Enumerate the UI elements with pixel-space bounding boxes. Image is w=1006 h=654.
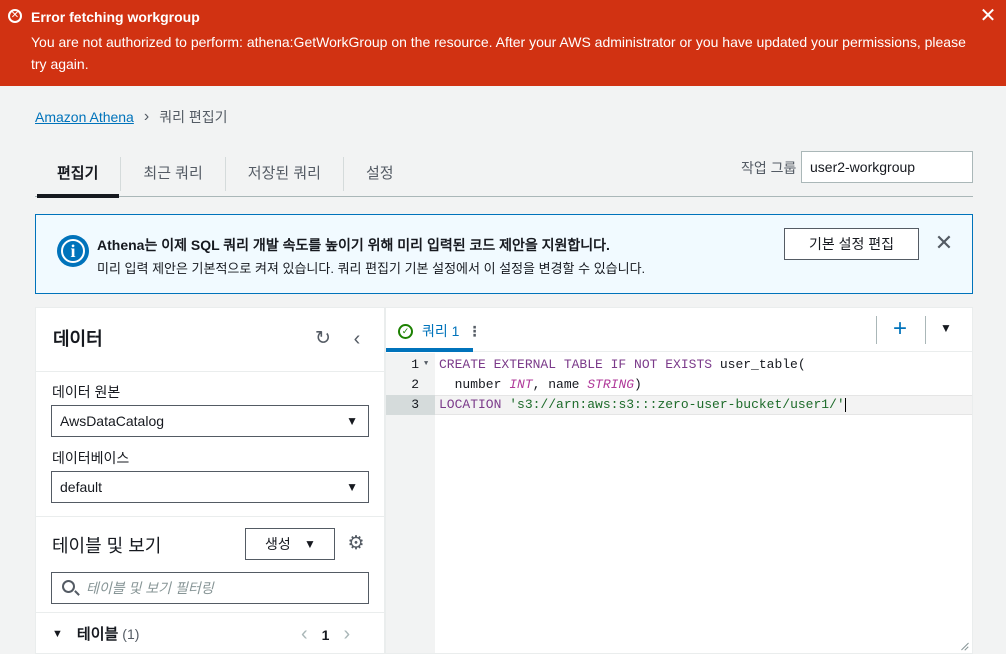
page-number[interactable]: 1	[322, 627, 330, 643]
breadcrumb-current: 쿼리 편집기	[159, 109, 228, 125]
create-button-label: 생성	[265, 536, 291, 552]
data-panel-title: 데이터	[53, 329, 103, 349]
query-tab-label: 쿼리 1	[422, 323, 460, 339]
chevron-left-icon[interactable]: ‹	[347, 329, 367, 349]
database-label: 데이터베이스	[52, 450, 130, 466]
query-tab[interactable]: ✓ 쿼리 1 ⋮	[398, 321, 481, 341]
code-line: number INT, name STRING)	[439, 375, 642, 395]
add-query-icon[interactable]: +	[888, 317, 912, 342]
divider	[925, 316, 926, 344]
data-panel: 데이터 ↻ ‹ 데이터 원본 AwsDataCatalog ▼ 데이터베이스 d…	[35, 307, 385, 654]
error-banner: ✕ Error fetching workgroup You are not a…	[0, 0, 1006, 86]
error-title: Error fetching workgroup	[31, 9, 200, 25]
info-banner: i Athena는 이제 SQL 쿼리 개발 속도를 높이기 위해 미리 입력된…	[35, 214, 973, 294]
tab-editor[interactable]: 편집기	[35, 157, 120, 191]
caret-down-icon: ▼	[304, 537, 316, 551]
database-value: default	[60, 479, 103, 495]
sql-text: )	[634, 377, 642, 392]
chevron-right-icon: ›	[143, 108, 150, 125]
code-line: LOCATION 's3://arn:aws:s3:::zero-user-bu…	[439, 395, 846, 415]
tables-count: (1)	[122, 625, 140, 642]
tab-bar: 편집기 최근 쿼리 저장된 쿼리 설정	[35, 150, 416, 198]
tables-views-title: 테이블 및 보기	[52, 536, 162, 556]
filter-placeholder: 테이블 및 보기 필터링	[86, 580, 214, 596]
info-icon: i	[57, 235, 89, 267]
create-button[interactable]: 생성 ▼	[245, 528, 335, 560]
error-circle-icon: ✕	[8, 9, 22, 23]
close-icon[interactable]: ✕	[978, 6, 998, 26]
tables-filter-input[interactable]: 테이블 및 보기 필터링	[51, 572, 369, 604]
caret-down-icon[interactable]: ▼	[940, 321, 952, 335]
data-source-select[interactable]: AwsDataCatalog ▼	[51, 405, 369, 437]
gear-icon[interactable]: ⚙	[346, 534, 366, 554]
caret-down-icon[interactable]: ▼	[52, 628, 63, 640]
data-source-label: 데이터 원본	[52, 384, 121, 400]
sql-text: number	[439, 377, 510, 392]
tables-label: 테이블	[76, 626, 119, 643]
pagination: ‹ 1 ›	[301, 623, 350, 646]
sql-type: INT	[509, 377, 533, 392]
more-options-icon[interactable]: ⋮	[467, 323, 481, 340]
active-tab-indicator	[37, 194, 119, 198]
sql-text: , name	[532, 377, 588, 392]
code-area[interactable]: 1 ▼ 2 3 CREATE EXTERNAL TABLE IF NOT EXI…	[386, 353, 972, 653]
line-number: 3	[386, 395, 435, 415]
code-line: CREATE EXTERNAL TABLE IF NOT EXISTS user…	[439, 355, 806, 375]
chevron-right-icon[interactable]: ›	[343, 623, 350, 646]
data-source-value: AwsDataCatalog	[60, 413, 165, 429]
close-icon[interactable]: ✕	[934, 232, 954, 254]
workgroup-select[interactable]: user2-workgroup	[801, 151, 973, 183]
divider	[876, 316, 877, 344]
edit-preferences-button[interactable]: 기본 설정 편집	[784, 228, 919, 260]
sql-type: STRING	[587, 377, 635, 392]
breadcrumb: Amazon Athena › 쿼리 편집기	[35, 107, 227, 127]
resize-handle-icon[interactable]	[958, 640, 970, 652]
sql-keyword: CREATE EXTERNAL TABLE IF NOT EXISTS	[439, 357, 713, 372]
active-query-tab-indicator	[386, 348, 473, 352]
search-icon	[62, 580, 75, 593]
tab-recent-queries[interactable]: 최근 쿼리	[120, 157, 224, 191]
refresh-icon[interactable]: ↻	[313, 329, 333, 349]
divider	[36, 612, 384, 613]
divider	[36, 516, 384, 517]
workgroup-label: 작업 그룹	[741, 160, 797, 176]
caret-down-icon: ▼	[346, 480, 358, 494]
tab-saved-queries[interactable]: 저장된 쿼리	[224, 157, 343, 191]
info-message: 미리 입력 제안은 기본적으로 켜져 있습니다. 쿼리 편집기 기본 설정에서 …	[97, 261, 646, 276]
sql-text: user_table(	[712, 357, 806, 372]
tab-divider	[35, 196, 973, 197]
breadcrumb-root-link[interactable]: Amazon Athena	[35, 109, 134, 125]
check-circle-icon: ✓	[398, 323, 413, 339]
caret-down-icon: ▼	[346, 414, 358, 428]
info-title: Athena는 이제 SQL 쿼리 개발 속도를 높이기 위해 미리 입력된 코…	[97, 237, 610, 253]
database-select[interactable]: default ▼	[51, 471, 369, 503]
error-message: You are not authorized to perform: athen…	[31, 34, 966, 72]
tab-settings[interactable]: 설정	[342, 157, 416, 191]
line-number: 2	[411, 377, 419, 392]
sql-keyword: LOCATION	[439, 397, 502, 412]
divider	[36, 371, 384, 372]
fold-caret-icon[interactable]: ▼	[424, 360, 428, 368]
editor-tab-bar: ✓ 쿼리 1 ⋮ + ▼	[386, 308, 972, 352]
sql-string: 's3://arn:aws:s3:::zero-user-bucket/user…	[501, 397, 845, 412]
tables-section-header[interactable]: ▼ 테이블 (1)	[52, 623, 139, 644]
query-editor: ✓ 쿼리 1 ⋮ + ▼ 1 ▼ 2 3 CREATE EXTERNAL TAB…	[385, 307, 973, 654]
text-cursor	[844, 397, 846, 412]
chevron-left-icon[interactable]: ‹	[301, 623, 308, 646]
